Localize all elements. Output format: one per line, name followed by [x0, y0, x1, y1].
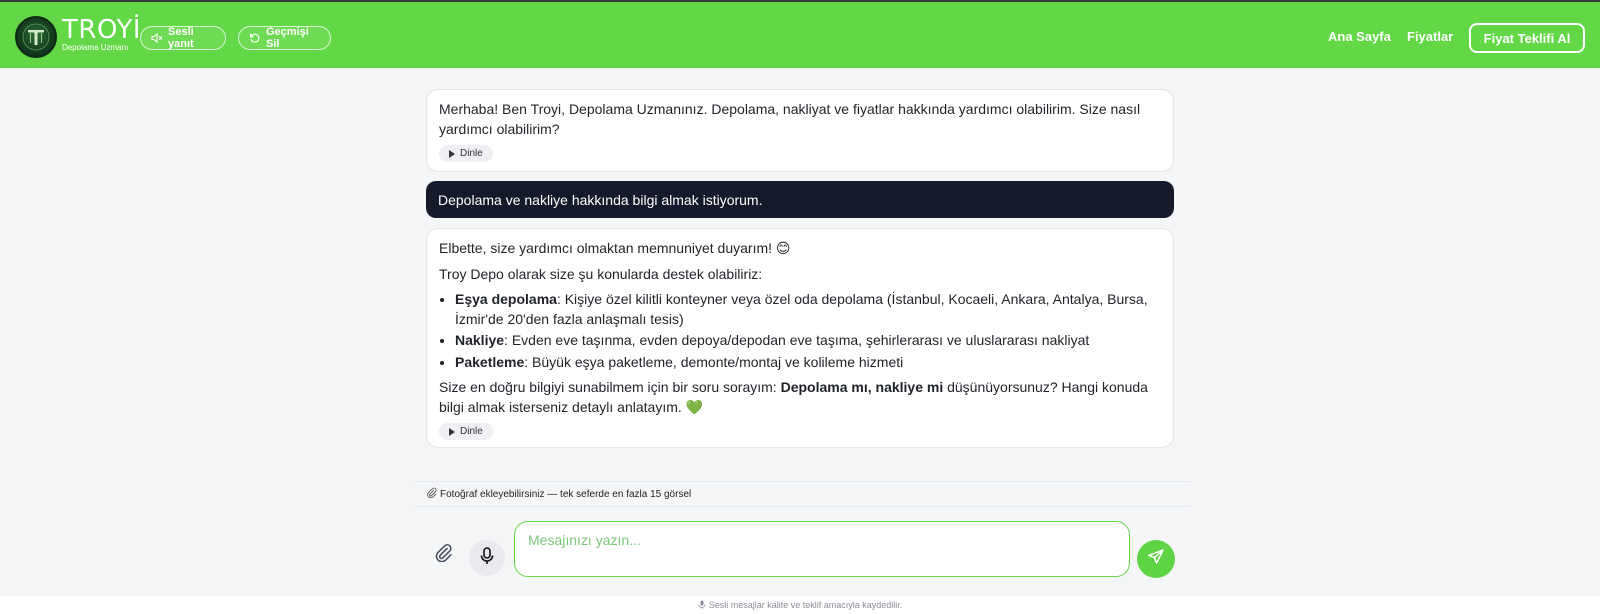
speaker-muted-icon	[151, 33, 163, 43]
bot-message: Elbette, size yardımcı olmaktan memnuniy…	[426, 228, 1174, 448]
voice-reply-toggle[interactable]: Sesli yanıt	[140, 26, 226, 50]
list-item-text: : Büyük eşya paketleme, demonte/montaj v…	[524, 353, 904, 370]
top-navbar: TROYİ Depolama Uzmanı Sesli yanıt Geçmiş…	[0, 0, 1600, 68]
service-list: Eşya depolama: Kişiye özel kilitli konte…	[439, 290, 1161, 372]
microphone-icon	[479, 546, 495, 570]
user-message: Depolama ve nakliye hakkında bilgi almak…	[426, 181, 1174, 218]
send-icon	[1147, 548, 1165, 571]
message-input[interactable]	[514, 521, 1130, 577]
play-icon	[449, 427, 455, 436]
list-item-title: Nakliye	[455, 332, 505, 348]
get-quote-button[interactable]: Fiyat Teklifi Al	[1469, 23, 1585, 53]
nav-link-home[interactable]: Ana Sayfa	[1328, 29, 1391, 44]
nav-link-prices[interactable]: Fiyatlar	[1407, 29, 1453, 44]
recording-notice-text: Sesli mesajlar kalite ve teklif amacıyla…	[708, 600, 903, 610]
listen-label: Dinle	[460, 147, 483, 159]
clear-history-button[interactable]: Geçmişi Sil	[238, 26, 331, 50]
closing-text: Size en doğru bilgiyi sunabilmem için bi…	[439, 379, 781, 395]
list-item-title: Eşya depolama	[455, 291, 557, 307]
bot-message-closing: Size en doğru bilgiyi sunabilmem için bi…	[439, 378, 1161, 417]
list-item-text: : Kişiye özel kilitli konteyner veya öze…	[455, 291, 1148, 327]
paperclip-icon	[433, 542, 453, 567]
brand-name: TROYİ	[62, 15, 142, 45]
play-icon	[449, 149, 455, 158]
bot-message: Merhaba! Ben Troyi, Depolama Uzmanınız. …	[426, 89, 1174, 172]
microphone-icon	[698, 600, 706, 611]
photo-upload-hint: Fotoğraf ekleyebilirsiniz — tek seferde …	[414, 481, 1190, 507]
photo-hint-text: Fotoğraf ekleyebilirsiniz — tek seferde …	[440, 488, 692, 500]
list-item-title: Paketleme	[455, 353, 525, 370]
list-item: Eşya depolama: Kişiye özel kilitli konte…	[455, 290, 1161, 329]
send-button[interactable]	[1137, 540, 1175, 578]
microphone-button[interactable]	[469, 540, 505, 576]
listen-label: Dinle	[460, 425, 483, 437]
user-message-text: Depolama ve nakliye hakkında bilgi almak…	[438, 191, 763, 208]
listen-button[interactable]: Dinle	[439, 145, 493, 162]
list-item-text: : Evden eve taşınma, evden depoya/depoda…	[504, 332, 1090, 348]
voice-reply-label: Sesli yanıt	[168, 26, 194, 50]
bot-message-intro: Elbette, size yardımcı olmaktan memnuniy…	[439, 240, 791, 256]
list-item: Nakliye: Evden eve taşınma, evden depoya…	[455, 331, 1161, 351]
paperclip-icon	[426, 487, 437, 501]
brand-logo-icon[interactable]	[15, 16, 57, 58]
brand[interactable]: TROYİ Depolama Uzmanı	[62, 17, 141, 53]
bot-message-lead: Troy Depo olarak size şu konularda deste…	[439, 265, 763, 282]
attach-button[interactable]	[429, 540, 457, 568]
listen-button[interactable]: Dinle	[439, 423, 493, 440]
reset-icon	[249, 32, 261, 44]
recording-notice: Sesli mesajlar kalite ve teklif amacıyla…	[0, 596, 1600, 614]
list-item: Paketleme: Büyük eşya paketleme, demonte…	[455, 353, 1161, 373]
bot-message-text: Merhaba! Ben Troyi, Depolama Uzmanınız. …	[439, 101, 1141, 137]
clear-history-label: Geçmişi Sil	[266, 26, 309, 50]
closing-emphasis: Depolama mı, nakliye mi	[780, 379, 944, 395]
